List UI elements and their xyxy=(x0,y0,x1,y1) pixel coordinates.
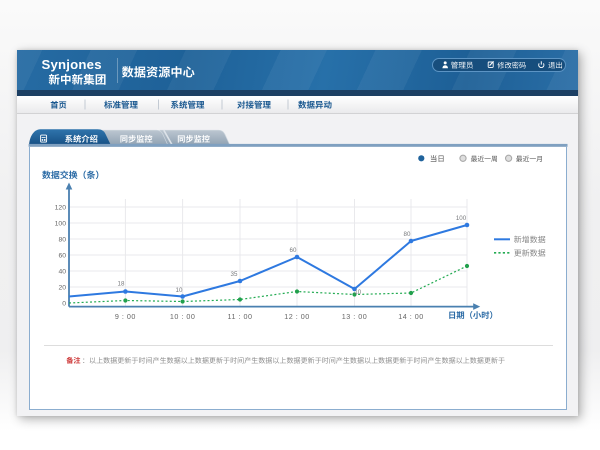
svg-text:60: 60 xyxy=(290,247,297,254)
svg-text:10: 10 xyxy=(354,289,361,296)
svg-text:100: 100 xyxy=(456,215,467,222)
svg-text:20: 20 xyxy=(58,284,66,291)
svg-text:10 : 00: 10 : 00 xyxy=(170,312,195,321)
svg-text:10: 10 xyxy=(176,287,183,294)
svg-text:120: 120 xyxy=(55,204,67,211)
svg-text:9 : 00: 9 : 00 xyxy=(115,312,136,321)
svg-text:80: 80 xyxy=(58,236,66,243)
svg-text:80: 80 xyxy=(404,231,411,238)
svg-text:40: 40 xyxy=(58,268,66,275)
svg-text:100: 100 xyxy=(55,220,67,227)
svg-text:13 : 00: 13 : 00 xyxy=(342,312,367,321)
svg-text:18: 18 xyxy=(118,280,125,287)
svg-text:11 : 00: 11 : 00 xyxy=(228,312,253,321)
svg-text:12 : 00: 12 : 00 xyxy=(284,312,309,321)
svg-text:60: 60 xyxy=(58,252,66,259)
svg-text:14 : 00: 14 : 00 xyxy=(398,312,423,321)
svg-text:35: 35 xyxy=(231,271,238,278)
svg-text:0: 0 xyxy=(62,300,66,307)
